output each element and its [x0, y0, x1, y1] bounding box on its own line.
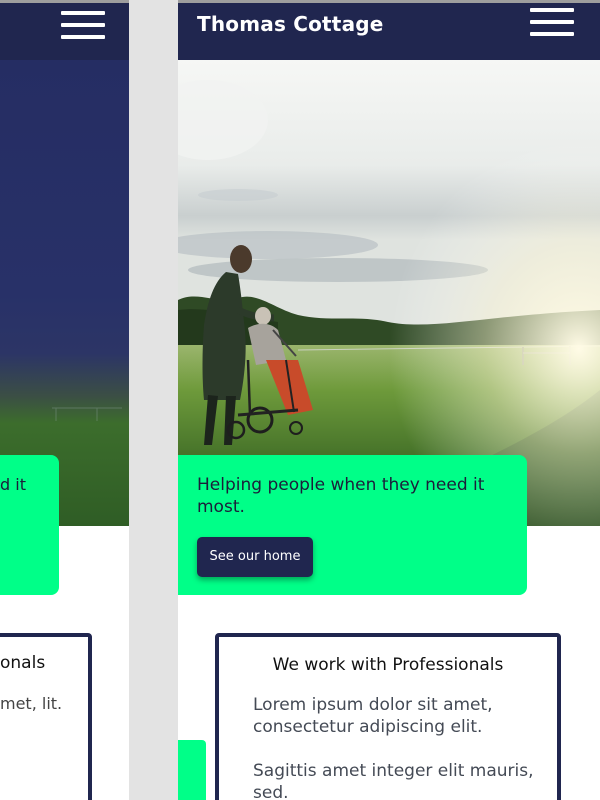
cta-headline: Helping people when they need it most.: [197, 475, 485, 517]
cta-text-fragment: d it: [0, 475, 26, 494]
professionals-card: We work with Professionals Lorem ipsum d…: [215, 633, 561, 800]
hamburger-menu-icon[interactable]: [61, 9, 105, 41]
screen-divider: [129, 0, 178, 800]
design-canvas: d it onals met, lit. Thomas Cottage Help…: [0, 0, 600, 800]
site-header: [0, 3, 129, 60]
professionals-paragraph-2: Sagittis amet integer elit mauris, sed.: [253, 761, 534, 800]
professionals-title-fragment: onals: [0, 653, 46, 673]
left-phone-screen: d it onals met, lit.: [0, 0, 129, 800]
site-title[interactable]: Thomas Cottage: [197, 11, 384, 37]
site-header: Thomas Cottage: [178, 3, 600, 60]
professionals-body-fragment: met, lit.: [0, 694, 63, 713]
fence-graphic: [52, 407, 122, 421]
hamburger-menu-icon[interactable]: [530, 6, 574, 38]
professionals-paragraph-1: Lorem ipsum dolor sit amet, consectetur …: [253, 695, 493, 737]
professionals-title: We work with Professionals: [272, 655, 504, 675]
accent-tab: [178, 740, 206, 800]
main-phone-screen: Thomas Cottage Helping people when they …: [178, 0, 600, 800]
cta-card: Helping people when they need it most. S…: [178, 455, 527, 595]
see-our-home-button[interactable]: See our home: [197, 537, 313, 577]
